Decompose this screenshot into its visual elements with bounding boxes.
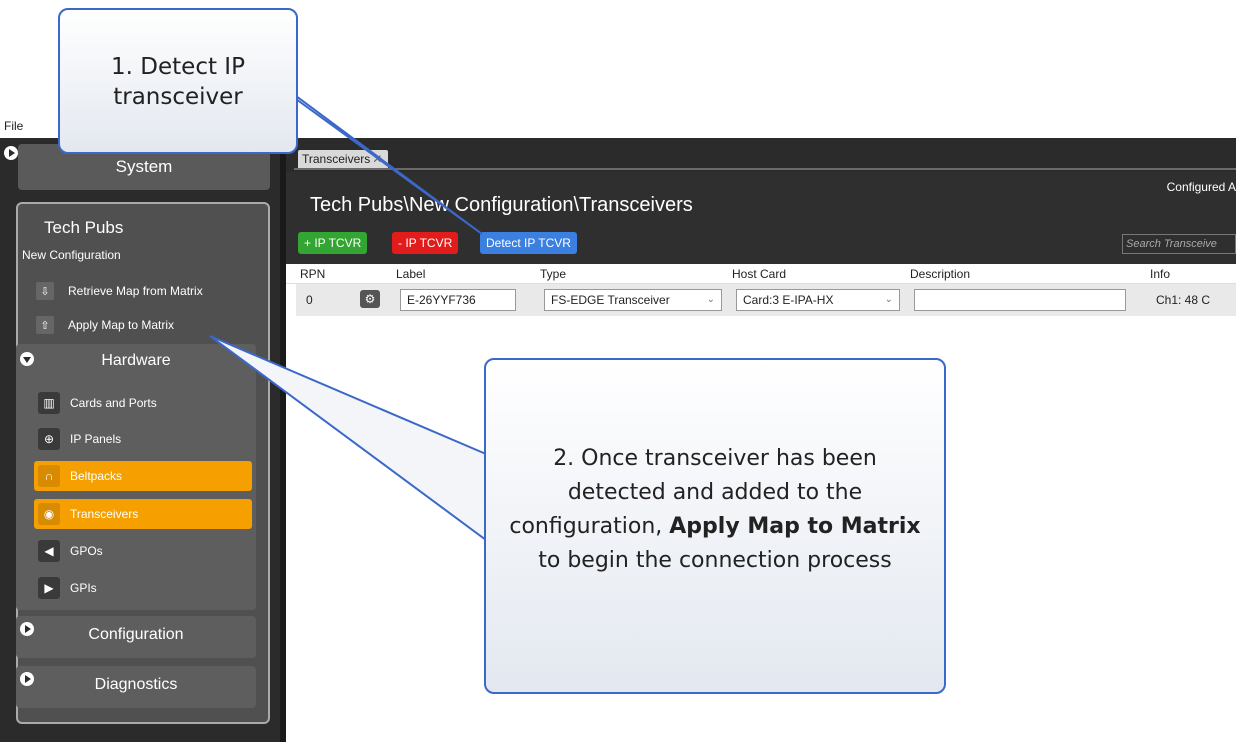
callout-detect-ip-transceiver: 1. Detect IP transceiver: [58, 8, 298, 154]
sidebar-item-label: Cards and Ports: [70, 396, 157, 410]
host-card-select[interactable]: Card:3 E-IPA-HX ⌄: [736, 289, 900, 311]
sidebar-item-label: GPIs: [70, 581, 97, 595]
apply-map-button[interactable]: ⇧ Apply Map to Matrix: [36, 312, 174, 338]
gear-icon[interactable]: ⚙: [360, 290, 380, 308]
retrieve-map-label: Retrieve Map from Matrix: [68, 284, 203, 298]
apply-map-label: Apply Map to Matrix: [68, 318, 175, 332]
system-label: System: [115, 157, 173, 176]
description-field[interactable]: [914, 289, 1126, 311]
expand-arrow-icon: [4, 146, 18, 160]
add-ip-tcvr-button[interactable]: + IP TCVR: [298, 232, 368, 254]
ip-panels-icon: ⊕: [38, 428, 60, 450]
type-select[interactable]: FS-EDGE Transceiver ⌄: [544, 289, 722, 311]
column-header-info[interactable]: Info: [1150, 267, 1170, 281]
apply-map-icon: ⇧: [36, 316, 54, 334]
menu-file[interactable]: File: [4, 119, 23, 133]
sidebar: System Tech Pubs New Configuration ⇩ Ret…: [0, 138, 286, 742]
configuration-name: New Configuration: [22, 248, 121, 262]
sidebar-item-label: Beltpacks: [70, 469, 123, 483]
project-name: Tech Pubs: [44, 218, 124, 237]
close-icon[interactable]: ✕: [372, 152, 382, 166]
gpo-icon: ◀: [38, 540, 60, 562]
chevron-down-icon: ⌄: [706, 294, 715, 305]
chevron-down-icon: ⌄: [884, 294, 893, 305]
column-header-type[interactable]: Type: [540, 267, 566, 281]
info-cell: Ch1: 48 C: [1156, 293, 1211, 307]
page-header: Tech Pubs\New Configuration\Transceivers…: [286, 172, 1236, 264]
transceiver-icon: ◉: [38, 503, 60, 525]
sidebar-item-gpis[interactable]: ▶ GPIs: [34, 573, 252, 603]
tab-divider: [294, 168, 1236, 170]
hardware-label: Hardware: [101, 352, 171, 369]
table-header: RPN Label Type Host Card Description Inf…: [286, 264, 1236, 284]
label-field[interactable]: E-26YYF736: [400, 289, 516, 311]
beltpack-icon: ∩: [38, 465, 60, 487]
type-value: FS-EDGE Transceiver: [551, 293, 670, 307]
callout-2-text-bold: Apply Map to Matrix: [669, 514, 921, 539]
sidebar-item-transceivers[interactable]: ◉ Transceivers: [34, 499, 252, 529]
sidebar-item-label: IP Panels: [70, 432, 122, 446]
hardware-section-header[interactable]: Hardware: [16, 344, 256, 378]
sidebar-item-cards-and-ports[interactable]: ▥ Cards and Ports: [34, 388, 252, 418]
detect-ip-tcvr-button[interactable]: Detect IP TCVR: [480, 232, 577, 254]
configuration-section-header[interactable]: Configuration: [16, 616, 256, 658]
rpn-cell: 0: [306, 293, 313, 307]
sidebar-item-ip-panels[interactable]: ⊕ IP Panels: [34, 424, 252, 454]
sidebar-item-label: GPOs: [70, 544, 103, 558]
tab-transceivers[interactable]: Transceivers ✕: [298, 150, 389, 168]
sidebar-item-beltpacks[interactable]: ∩ Beltpacks: [34, 461, 252, 491]
gpi-icon: ▶: [38, 577, 60, 599]
column-header-rpn[interactable]: RPN: [300, 267, 325, 281]
retrieve-map-button[interactable]: ⇩ Retrieve Map from Matrix: [36, 278, 203, 304]
retrieve-map-icon: ⇩: [36, 282, 54, 300]
host-card-value: Card:3 E-IPA-HX: [743, 293, 834, 307]
hardware-section: Hardware ▥ Cards and Ports ⊕ IP Panels ∩…: [16, 344, 256, 610]
breadcrumb: Tech Pubs\New Configuration\Transceivers: [310, 194, 693, 216]
search-input[interactable]: Search Transceive: [1122, 234, 1236, 254]
column-header-description[interactable]: Description: [910, 267, 970, 281]
remove-ip-tcvr-button[interactable]: - IP TCVR: [392, 232, 459, 254]
table-row[interactable]: 0 ⚙ E-26YYF736 FS-EDGE Transceiver ⌄ Car…: [296, 284, 1236, 316]
tab-label: Transceivers: [302, 152, 371, 166]
callout-apply-map: 2. Once transceiver has been detected an…: [484, 358, 946, 694]
diagnostics-label: Diagnostics: [94, 676, 178, 693]
column-header-host-card[interactable]: Host Card: [732, 267, 786, 281]
configured-status: Configured A: [1166, 180, 1236, 194]
diagnostics-section-header[interactable]: Diagnostics: [16, 666, 256, 708]
sidebar-item-label: Transceivers: [70, 507, 139, 521]
configuration-label: Configuration: [88, 626, 184, 643]
column-header-label[interactable]: Label: [396, 267, 425, 281]
callout-2-text-end: to begin the connection process: [538, 548, 892, 573]
tab-strip: Transceivers ✕: [286, 138, 1236, 172]
sidebar-item-gpos[interactable]: ◀ GPOs: [34, 536, 252, 566]
cards-ports-icon: ▥: [38, 392, 60, 414]
